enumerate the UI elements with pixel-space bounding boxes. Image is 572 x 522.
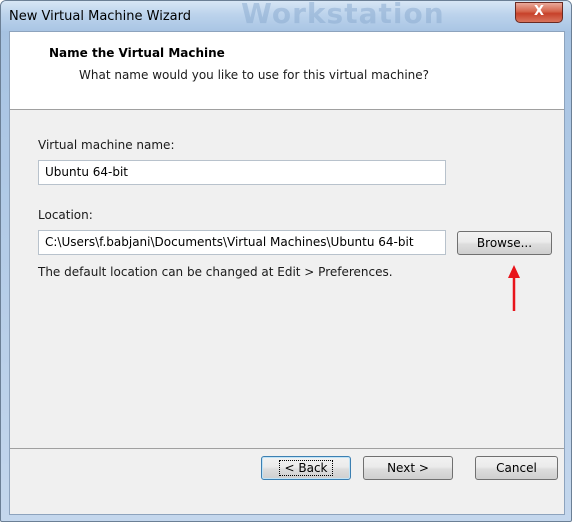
footer-divider [10,448,564,449]
back-button[interactable]: < Back [261,456,351,480]
wizard-header: Name the Virtual Machine What name would… [10,32,564,110]
wizard-window: Workstation New Virtual Machine Wizard X… [0,0,572,522]
close-button[interactable]: X [515,2,563,23]
title-bar[interactable]: Workstation New Virtual Machine Wizard X [1,1,571,31]
back-button-label: < Back [279,460,333,476]
page-subtitle: What name would you like to use for this… [79,68,430,82]
location-label: Location: [38,208,93,222]
close-icon: X [533,4,545,19]
location-hint: The default location can be changed at E… [38,265,393,279]
red-arrow-up-icon [508,265,520,311]
location-input[interactable]: C:\Users\f.babjani\Documents\Virtual Mac… [38,230,446,255]
window-title: New Virtual Machine Wizard [9,9,191,24]
vm-name-input[interactable]: Ubuntu 64-bit [38,160,446,185]
dialog-body: Name the Virtual Machine What name would… [9,31,565,515]
browse-button[interactable]: Browse... [457,231,552,255]
page-title: Name the Virtual Machine [49,46,225,60]
next-button[interactable]: Next > [363,456,453,480]
cancel-button[interactable]: Cancel [475,456,558,480]
title-watermark: Workstation [241,0,445,30]
vm-name-label: Virtual machine name: [38,138,175,152]
